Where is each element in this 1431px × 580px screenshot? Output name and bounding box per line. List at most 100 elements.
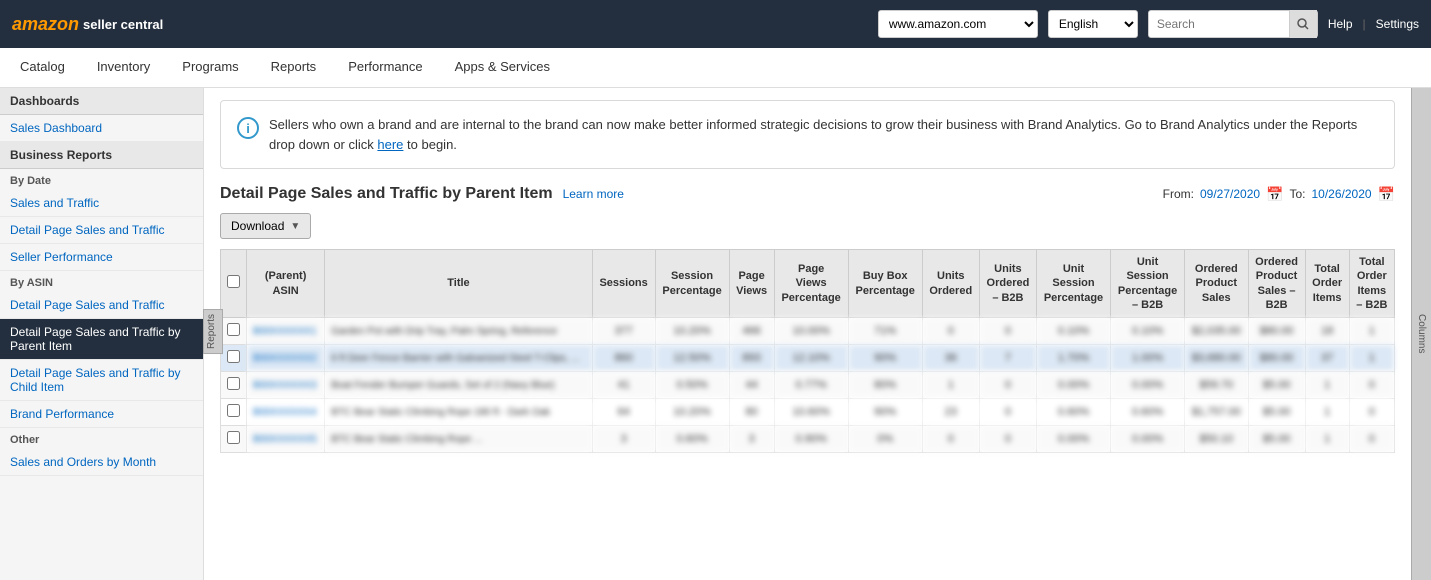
service-name: seller central: [83, 17, 163, 32]
sessions-cell: 377: [592, 318, 655, 345]
reports-side-tab[interactable]: Reports: [203, 309, 223, 354]
row-checkbox[interactable]: [227, 431, 240, 444]
units-ordered-cell: 0: [922, 318, 979, 345]
nav-reports[interactable]: Reports: [267, 48, 321, 88]
units-ordered-cell: 23: [922, 399, 979, 426]
nav-performance[interactable]: Performance: [344, 48, 426, 88]
body-layout: Dashboards Sales Dashboard Business Repo…: [0, 88, 1431, 580]
units-ordered-cell: 1: [922, 372, 979, 399]
page-views-pct-cell: 10.60%: [774, 399, 848, 426]
total-order-items-cell: 1: [1305, 372, 1349, 399]
sidebar-item-detail-page-by-date[interactable]: Detail Page Sales and Traffic: [0, 217, 203, 244]
unit-session-b2b-cell: 1.00%: [1111, 345, 1185, 372]
download-button[interactable]: Download ▼: [220, 213, 311, 239]
search-input[interactable]: [1149, 14, 1289, 34]
col-page-views: PageViews: [729, 250, 774, 318]
sidebar-item-sales-traffic[interactable]: Sales and Traffic: [0, 190, 203, 217]
sidebar-item-detail-page-parent[interactable]: Detail Page Sales and Traffic by Parent …: [0, 319, 203, 360]
sidebar-item-detail-page-child[interactable]: Detail Page Sales and Traffic by Child I…: [0, 360, 203, 401]
main-content: i Sellers who own a brand and are intern…: [204, 88, 1411, 580]
sidebar-item-sales-orders-month[interactable]: Sales and Orders by Month: [0, 449, 203, 476]
sidebar-item-brand-performance[interactable]: Brand Performance: [0, 401, 203, 428]
unit-session-pct-cell: 0.00%: [1036, 372, 1110, 399]
to-calendar-icon[interactable]: 📅: [1378, 186, 1395, 203]
select-all-checkbox[interactable]: [227, 275, 240, 288]
from-label: From:: [1163, 187, 1194, 201]
table-header-row: Detail Page Sales and Traffic by Parent …: [220, 185, 1395, 203]
nav-apps-services[interactable]: Apps & Services: [451, 48, 554, 88]
col-buy-box: Buy BoxPercentage: [848, 250, 922, 318]
table-title-area: Detail Page Sales and Traffic by Parent …: [220, 185, 624, 203]
from-date[interactable]: 09/27/2020: [1200, 187, 1260, 201]
ordered-product-sales-cell: $3,680.00: [1185, 345, 1248, 372]
settings-link[interactable]: Settings: [1376, 17, 1419, 31]
total-order-items-cell: 1: [1305, 399, 1349, 426]
columns-side-tab[interactable]: Columns: [1411, 88, 1431, 580]
nav-programs[interactable]: Programs: [178, 48, 242, 88]
sidebar-item-detail-page-asin[interactable]: Detail Page Sales and Traffic: [0, 292, 203, 319]
sidebar-item-sales-dashboard[interactable]: Sales Dashboard: [0, 115, 203, 142]
total-order-b2b-cell: 0: [1349, 426, 1394, 453]
title-cell: BTC Bear Static Climbing Rope ...: [325, 426, 593, 453]
table-row: B00XXXXXX1 Garden Pot with Drip Tray, Pa…: [221, 318, 1395, 345]
row-checkbox[interactable]: [227, 350, 240, 363]
unit-session-pct-cell: 0.60%: [1036, 399, 1110, 426]
col-units-b2b: UnitsOrdered– B2B: [979, 250, 1036, 318]
total-order-items-cell: 18: [1305, 318, 1349, 345]
info-banner: i Sellers who own a brand and are intern…: [220, 100, 1395, 169]
nav-catalog[interactable]: Catalog: [16, 48, 69, 88]
total-order-items-cell: 37: [1305, 345, 1349, 372]
nav-inventory[interactable]: Inventory: [93, 48, 154, 88]
ordered-b2b-cell: $80.00: [1248, 345, 1305, 372]
info-icon: i: [237, 117, 259, 139]
ordered-b2b-cell: $80.00: [1248, 318, 1305, 345]
col-unit-session-b2b: UnitSessionPercentage– B2B: [1111, 250, 1185, 318]
search-button[interactable]: [1289, 10, 1317, 38]
header: amazon seller central www.amazon.com Eng…: [0, 0, 1431, 48]
buy-box-cell: 71%: [848, 318, 922, 345]
page-views-pct-cell: 0.90%: [774, 426, 848, 453]
asin-cell[interactable]: B00XXXXXX1: [247, 318, 325, 345]
page-views-pct-cell: 10.00%: [774, 318, 848, 345]
asin-cell[interactable]: B00XXXXXX4: [247, 399, 325, 426]
unit-session-pct-cell: 0.10%: [1036, 318, 1110, 345]
col-ordered-product-sales: OrderedProductSales: [1185, 250, 1248, 318]
units-b2b-cell: 0: [979, 426, 1036, 453]
asin-cell[interactable]: B00XXXXXX2: [247, 345, 325, 372]
data-table: (Parent)ASIN Title Sessions SessionPerce…: [220, 249, 1395, 453]
row-checkbox-cell: [221, 372, 247, 399]
unit-session-b2b-cell: 0.00%: [1111, 372, 1185, 399]
domain-selector[interactable]: www.amazon.com: [878, 10, 1038, 38]
business-reports-header: Business Reports: [0, 142, 203, 169]
asin-cell[interactable]: B00XXXXXX5: [247, 426, 325, 453]
col-units-ordered: UnitsOrdered: [922, 250, 979, 318]
row-checkbox[interactable]: [227, 377, 240, 390]
total-order-b2b-cell: 1: [1349, 318, 1394, 345]
unit-session-pct-cell: 0.00%: [1036, 426, 1110, 453]
row-checkbox[interactable]: [227, 404, 240, 417]
asin-cell[interactable]: B00XXXXXX3: [247, 372, 325, 399]
buy-box-cell: 90%: [848, 399, 922, 426]
navbar: Catalog Inventory Programs Reports Perfo…: [0, 48, 1431, 88]
row-checkbox[interactable]: [227, 323, 240, 336]
table-row: B00XXXXXX2 6 ft Deer Fence Barrier with …: [221, 345, 1395, 372]
row-checkbox-cell: [221, 318, 247, 345]
learn-more-link[interactable]: Learn more: [563, 187, 624, 201]
page-views-pct-cell: 0.77%: [774, 372, 848, 399]
col-total-order-items: TotalOrderItems: [1305, 250, 1349, 318]
page-views-cell: 80: [729, 399, 774, 426]
language-selector[interactable]: English: [1048, 10, 1138, 38]
brand-analytics-link[interactable]: here: [377, 137, 403, 152]
from-calendar-icon[interactable]: 📅: [1266, 186, 1283, 203]
ordered-b2b-cell: $5.00: [1248, 426, 1305, 453]
ordered-b2b-cell: $5.00: [1248, 372, 1305, 399]
sessions-cell: 64: [592, 399, 655, 426]
sidebar-item-seller-performance[interactable]: Seller Performance: [0, 244, 203, 271]
to-date[interactable]: 10/26/2020: [1312, 187, 1372, 201]
page-views-cell: 466: [729, 318, 774, 345]
session-pct-cell: 10.20%: [655, 399, 729, 426]
title-cell: 6 ft Deer Fence Barrier with Galvanized …: [325, 345, 593, 372]
help-link[interactable]: Help: [1328, 17, 1353, 31]
col-ordered-b2b: OrderedProductSales –B2B: [1248, 250, 1305, 318]
units-b2b-cell: 7: [979, 345, 1036, 372]
